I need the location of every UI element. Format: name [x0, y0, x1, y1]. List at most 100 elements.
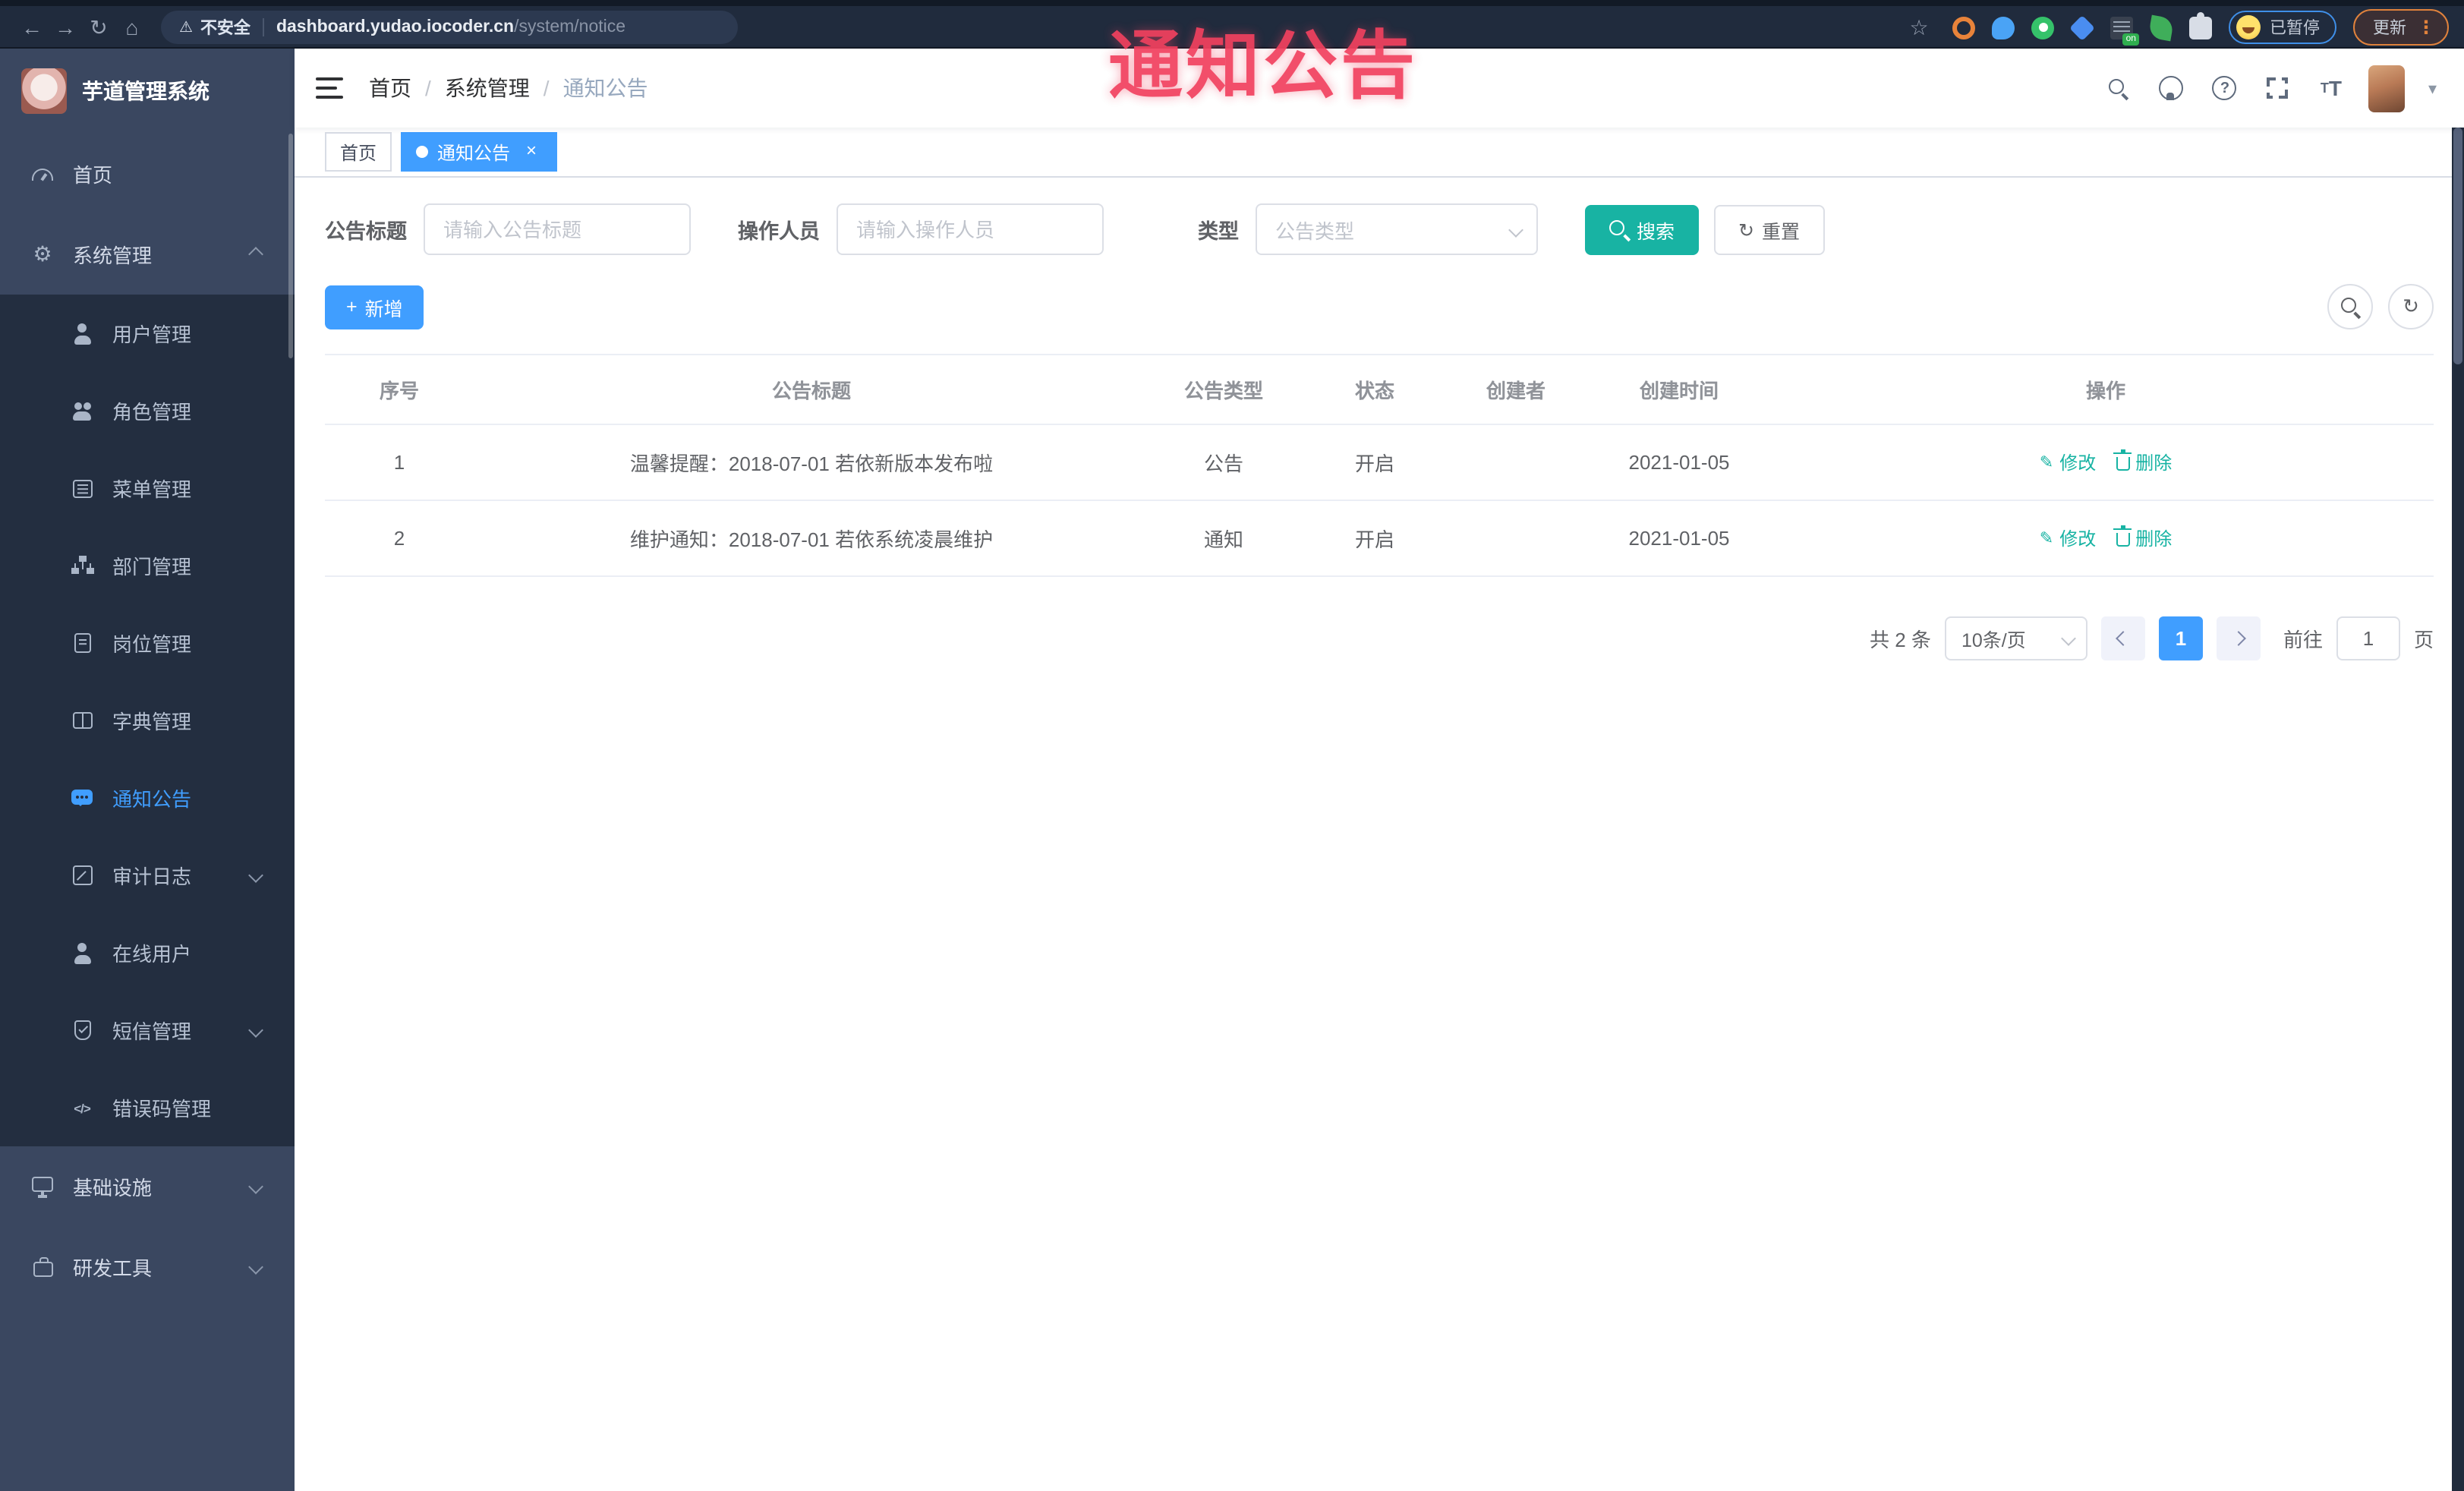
cell-title: 温馨提醒：2018-07-01 若依新版本发布啦 — [629, 452, 994, 475]
operator-input[interactable] — [837, 203, 1104, 255]
sidebar-item-role-mgmt[interactable]: 角色管理 — [0, 372, 295, 449]
goto-page-input[interactable] — [2336, 616, 2400, 660]
chevron-down-icon — [248, 1259, 263, 1275]
help-icon[interactable]: ? — [2210, 73, 2240, 103]
toggle-search-button[interactable] — [2327, 284, 2373, 329]
page-size-value: 10条/页 — [1961, 630, 2026, 651]
extensions-puzzle-icon[interactable] — [2189, 11, 2212, 39]
extension-leaf-icon[interactable] — [2147, 14, 2175, 41]
sidebar-item-dept-mgmt[interactable]: 部门管理 — [0, 527, 295, 604]
extension-switch-icon[interactable]: on — [2110, 16, 2139, 45]
chevron-right-icon — [2231, 631, 2246, 646]
cell-creator — [1451, 515, 1580, 561]
edit-button[interactable]: ✎ 修改 — [2040, 449, 2096, 475]
current-page-button[interactable]: 1 — [2158, 616, 2203, 660]
operator-filter-label: 操作人员 — [738, 220, 820, 243]
search-icon — [1609, 219, 1629, 239]
chevron-down-icon — [1508, 222, 1523, 237]
total-count: 共 2 条 — [1870, 629, 1931, 651]
toolbar-right-buttons: ↻ — [2327, 284, 2434, 329]
window-scrollbar[interactable] — [2452, 49, 2464, 1491]
notice-title-input[interactable] — [424, 203, 691, 255]
prev-page-button[interactable] — [2100, 616, 2145, 660]
sidebar-item-online-users[interactable]: 在线用户 — [0, 914, 295, 991]
refresh-table-button[interactable]: ↻ — [2388, 284, 2434, 329]
reload-icon[interactable]: ↻ — [82, 14, 115, 40]
sidebar-item-system-mgmt[interactable]: ⚙ 系统管理 — [0, 214, 295, 295]
extension-green-circle-icon[interactable] — [2031, 16, 2054, 39]
extension-blue-diamond-icon[interactable] — [2069, 14, 2095, 40]
browser-menu-icon[interactable]: ⋮ — [2417, 17, 2435, 38]
page-size-select[interactable]: 10条/页 — [1944, 616, 2087, 660]
add-button[interactable]: + 新增 — [325, 285, 424, 329]
notice-type-select[interactable]: 公告类型 — [1256, 203, 1538, 255]
github-icon[interactable] — [2157, 73, 2187, 103]
close-icon[interactable]: × — [521, 140, 542, 162]
security-warning-icon[interactable]: ⚠ — [179, 19, 193, 36]
extension-orange-icon[interactable] — [1952, 16, 1975, 39]
sidebar-item-dict-mgmt[interactable]: 字典管理 — [0, 682, 295, 759]
sidebar-item-user-mgmt[interactable]: 用户管理 — [0, 295, 295, 372]
chevron-down-icon — [248, 1023, 263, 1038]
address-bar[interactable]: ⚠ 不安全 dashboard.yudao.iocoder.cn/system/… — [161, 11, 738, 44]
sidebar-item-infrastructure[interactable]: 基础设施 — [0, 1146, 295, 1227]
sidebar-item-notice[interactable]: 通知公告 — [0, 759, 295, 837]
cell-actions: ✎ 修改 删除 — [1778, 427, 2434, 498]
online-user-icon — [71, 942, 93, 963]
breadcrumb-system[interactable]: 系统管理 — [445, 73, 530, 103]
extension-blue-drop-icon[interactable] — [1992, 16, 2015, 39]
briefcase-icon — [33, 1257, 52, 1277]
home-icon[interactable]: ⌂ — [115, 15, 149, 39]
sidebar-item-audit-log[interactable]: 审计日志 — [0, 837, 295, 914]
sidebar-item-sms-mgmt[interactable]: 短信管理 — [0, 991, 295, 1069]
sidebar-item-dev-tools[interactable]: 研发工具 — [0, 1227, 295, 1307]
sidebar-toggle-icon[interactable] — [316, 77, 343, 99]
app-frame: 芋道管理系统 首页 ⚙ 系统管理 用户管理 角色管理 菜单管理 部门管理 岗位管… — [0, 49, 2464, 1491]
sidebar-item-post-mgmt[interactable]: 岗位管理 — [0, 604, 295, 682]
delete-button[interactable]: 删除 — [2113, 525, 2172, 551]
cell-status: 开启 — [1354, 528, 1394, 551]
emoji-avatar-icon — [2236, 15, 2261, 39]
back-icon[interactable]: ← — [15, 15, 49, 39]
breadcrumb-home[interactable]: 首页 — [369, 73, 411, 103]
next-page-button[interactable] — [2216, 616, 2261, 660]
sidebar-item-menu-mgmt[interactable]: 菜单管理 — [0, 449, 295, 527]
scrollbar-thumb[interactable] — [2453, 128, 2462, 364]
search-button[interactable]: 搜索 — [1585, 204, 1700, 254]
tab-label: 通知公告 — [437, 142, 511, 163]
tab-notice[interactable]: 通知公告 × — [401, 132, 558, 172]
app-logo[interactable]: 芋道管理系统 — [0, 49, 295, 134]
sidebar: 芋道管理系统 首页 ⚙ 系统管理 用户管理 角色管理 菜单管理 部门管理 岗位管… — [0, 49, 295, 1491]
security-label: 不安全 — [200, 20, 250, 38]
browser-update-button[interactable]: 更新 ⋮ — [2353, 9, 2449, 46]
user-avatar[interactable] — [2368, 65, 2406, 112]
monitor-icon — [32, 1177, 53, 1197]
breadcrumb: 首页 / 系统管理 / 通知公告 — [369, 73, 648, 103]
edit-icon: ✎ — [2039, 454, 2054, 472]
forward-icon[interactable]: → — [49, 15, 82, 39]
caret-down-icon[interactable]: ▾ — [2428, 78, 2437, 98]
tab-home[interactable]: 首页 — [325, 132, 392, 172]
sidebar-scrollbar-thumb[interactable] — [288, 134, 293, 358]
bookmark-star-icon[interactable]: ☆ — [1902, 14, 1936, 40]
col-header-actions: 操作 — [2085, 380, 2125, 402]
profile-paused-badge[interactable]: 已暂停 — [2229, 11, 2336, 44]
reset-button[interactable]: ↻ 重置 — [1714, 204, 1825, 254]
font-size-icon[interactable]: TT — [2316, 73, 2346, 103]
goto-label: 前往 — [2283, 629, 2323, 651]
search-icon[interactable] — [2103, 73, 2134, 103]
delete-button[interactable]: 删除 — [2113, 449, 2172, 475]
sidebar-item-error-code[interactable]: </> 错误码管理 — [0, 1069, 295, 1146]
fullscreen-icon[interactable] — [2263, 73, 2293, 103]
table-toolbar: + 新增 ↻ — [325, 284, 2434, 329]
col-header-status: 状态 — [1354, 380, 1394, 402]
trash-icon — [2113, 525, 2132, 547]
edit-button[interactable]: ✎ 修改 — [2040, 525, 2096, 551]
dashboard-icon — [32, 168, 53, 180]
col-header-creator: 创建者 — [1486, 380, 1546, 402]
cell-type: 公告 — [1203, 452, 1243, 475]
on-badge: on — [2122, 33, 2139, 45]
window-strip — [0, 0, 2464, 6]
shield-icon — [74, 1020, 90, 1040]
sidebar-item-home[interactable]: 首页 — [0, 134, 295, 214]
